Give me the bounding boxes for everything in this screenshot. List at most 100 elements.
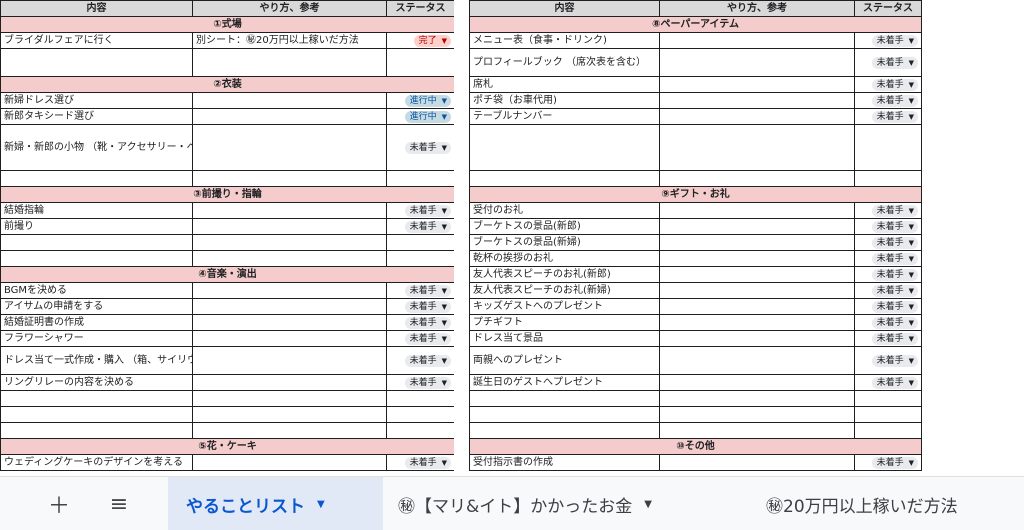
status-dropdown[interactable]: 未着手 ▼	[871, 204, 918, 217]
task-cell[interactable]: アイサムの申請をする	[0, 298, 193, 315]
status-dropdown[interactable]: 未着手 ▼	[404, 456, 451, 469]
empty-cell[interactable]	[386, 422, 455, 439]
empty-cell[interactable]	[192, 234, 387, 251]
section-title[interactable]: ⑧ペーパーアイテム	[469, 16, 922, 33]
method-cell[interactable]	[192, 314, 387, 331]
empty-cell[interactable]	[386, 234, 455, 251]
section-title[interactable]: ⑩その他	[469, 438, 922, 455]
empty-cell[interactable]	[0, 234, 193, 251]
task-cell[interactable]: フラワーシャワー	[0, 330, 193, 347]
status-dropdown[interactable]: 完了 ▼	[413, 34, 451, 47]
status-dropdown[interactable]: 未着手 ▼	[404, 220, 451, 233]
status-dropdown[interactable]: 未着手 ▼	[871, 284, 918, 297]
empty-cell[interactable]	[386, 170, 455, 187]
method-cell[interactable]	[192, 298, 387, 315]
task-cell[interactable]: 受付のお礼	[469, 202, 660, 219]
empty-cell[interactable]	[192, 170, 387, 187]
section-title[interactable]: ④音楽・演出	[0, 266, 455, 283]
method-cell[interactable]	[192, 202, 387, 219]
status-dropdown[interactable]: 未着手 ▼	[404, 284, 451, 297]
status-cell[interactable]: 未着手 ▼	[386, 374, 455, 391]
empty-cell[interactable]	[386, 48, 455, 77]
empty-cell[interactable]	[469, 390, 660, 407]
section-title[interactable]: ⑨ギフト・お礼	[469, 186, 922, 203]
method-cell[interactable]	[659, 314, 855, 331]
all-sheets-menu-icon[interactable]: ≡	[104, 489, 134, 519]
status-dropdown[interactable]: 未着手 ▼	[871, 354, 918, 367]
method-cell[interactable]	[659, 298, 855, 315]
status-dropdown[interactable]: 未着手 ▼	[871, 94, 918, 107]
status-dropdown[interactable]: 未着手 ▼	[404, 204, 451, 217]
task-cell[interactable]: 友人代表スピーチのお礼(新婦)	[469, 282, 660, 299]
empty-cell[interactable]	[192, 48, 387, 77]
sheet-tab-todo-list[interactable]: やることリスト ▼	[168, 477, 383, 530]
status-dropdown[interactable]: 未着手 ▼	[404, 300, 451, 313]
status-cell[interactable]: 未着手 ▼	[386, 218, 455, 235]
method-cell[interactable]	[659, 76, 855, 93]
method-cell[interactable]	[659, 454, 855, 471]
empty-cell[interactable]	[854, 422, 922, 439]
method-cell[interactable]	[659, 202, 855, 219]
status-dropdown[interactable]: 未着手 ▼	[871, 34, 918, 47]
status-dropdown[interactable]: 未着手 ▼	[871, 110, 918, 123]
section-title[interactable]: ⑤花・ケーキ	[0, 438, 455, 455]
empty-cell[interactable]	[854, 406, 922, 423]
empty-cell[interactable]	[0, 390, 193, 407]
status-dropdown[interactable]: 未着手 ▼	[871, 332, 918, 345]
empty-cell[interactable]	[659, 170, 855, 187]
task-cell[interactable]: ブーケトスの景品(新婦)	[469, 234, 660, 251]
method-cell[interactable]	[192, 454, 387, 471]
task-cell[interactable]: ブライダルフェアに行く	[0, 32, 193, 49]
method-cell[interactable]	[192, 374, 387, 391]
task-cell[interactable]: 席札	[469, 76, 660, 93]
add-sheet-icon[interactable]: ＋	[44, 489, 74, 519]
method-cell[interactable]	[192, 282, 387, 299]
status-dropdown[interactable]: 未着手 ▼	[404, 332, 451, 345]
status-cell[interactable]: 未着手 ▼	[386, 124, 455, 171]
task-cell[interactable]: メニュー表（食事・ドリンク)	[469, 32, 660, 49]
method-cell[interactable]	[659, 266, 855, 283]
status-cell[interactable]: 未着手 ▼	[854, 346, 922, 375]
method-cell[interactable]	[659, 108, 855, 125]
status-cell[interactable]: 未着手 ▼	[854, 32, 922, 49]
task-cell[interactable]: ブーケトスの景品(新郎)	[469, 218, 660, 235]
status-cell[interactable]: 未着手 ▼	[854, 250, 922, 267]
status-cell[interactable]: 未着手 ▼	[386, 454, 455, 471]
empty-cell[interactable]	[659, 422, 855, 439]
status-cell[interactable]: 未着手 ▼	[386, 346, 455, 375]
task-cell[interactable]: 誕生日のゲストへプレゼント	[469, 374, 660, 391]
task-cell[interactable]: 新婦ドレス選び	[0, 92, 193, 109]
chevron-down-icon[interactable]: ▼	[317, 499, 325, 510]
chevron-down-icon[interactable]: ▼	[644, 499, 652, 510]
status-cell[interactable]: 未着手 ▼	[854, 202, 922, 219]
method-cell[interactable]	[659, 346, 855, 375]
method-cell[interactable]	[659, 218, 855, 235]
empty-cell[interactable]	[854, 390, 922, 407]
empty-cell[interactable]	[192, 422, 387, 439]
task-cell[interactable]: 前撮り	[0, 218, 193, 235]
status-dropdown[interactable]: 未着手 ▼	[404, 316, 451, 329]
method-cell[interactable]	[659, 374, 855, 391]
empty-cell[interactable]	[192, 250, 387, 267]
section-title[interactable]: ①式場	[0, 16, 455, 33]
sheet-tab-costs[interactable]: ㊙【マリ&イト】かかったお金 ▼	[398, 477, 744, 530]
task-cell[interactable]: プロフィールブック （席次表を含む）	[469, 48, 660, 77]
method-cell[interactable]	[192, 346, 387, 375]
empty-cell[interactable]	[386, 250, 455, 267]
status-cell[interactable]: 未着手 ▼	[854, 108, 922, 125]
status-dropdown[interactable]: 未着手 ▼	[871, 252, 918, 265]
status-cell[interactable]: 未着手 ▼	[854, 266, 922, 283]
empty-cell[interactable]	[469, 406, 660, 423]
method-cell[interactable]	[192, 124, 387, 171]
status-cell[interactable]: 未着手 ▼	[854, 330, 922, 347]
task-cell[interactable]: ドレス当て景品	[469, 330, 660, 347]
status-dropdown[interactable]: 未着手 ▼	[871, 78, 918, 91]
status-dropdown[interactable]: 未着手 ▼	[871, 56, 918, 69]
empty-cell[interactable]	[0, 406, 193, 423]
task-cell[interactable]: 乾杯の挨拶のお礼	[469, 250, 660, 267]
empty-cell[interactable]	[0, 422, 193, 439]
status-cell[interactable]: 未着手 ▼	[854, 92, 922, 109]
status-dropdown[interactable]: 未着手 ▼	[871, 456, 918, 469]
empty-cell[interactable]	[0, 250, 193, 267]
task-cell[interactable]: 結婚証明書の作成	[0, 314, 193, 331]
